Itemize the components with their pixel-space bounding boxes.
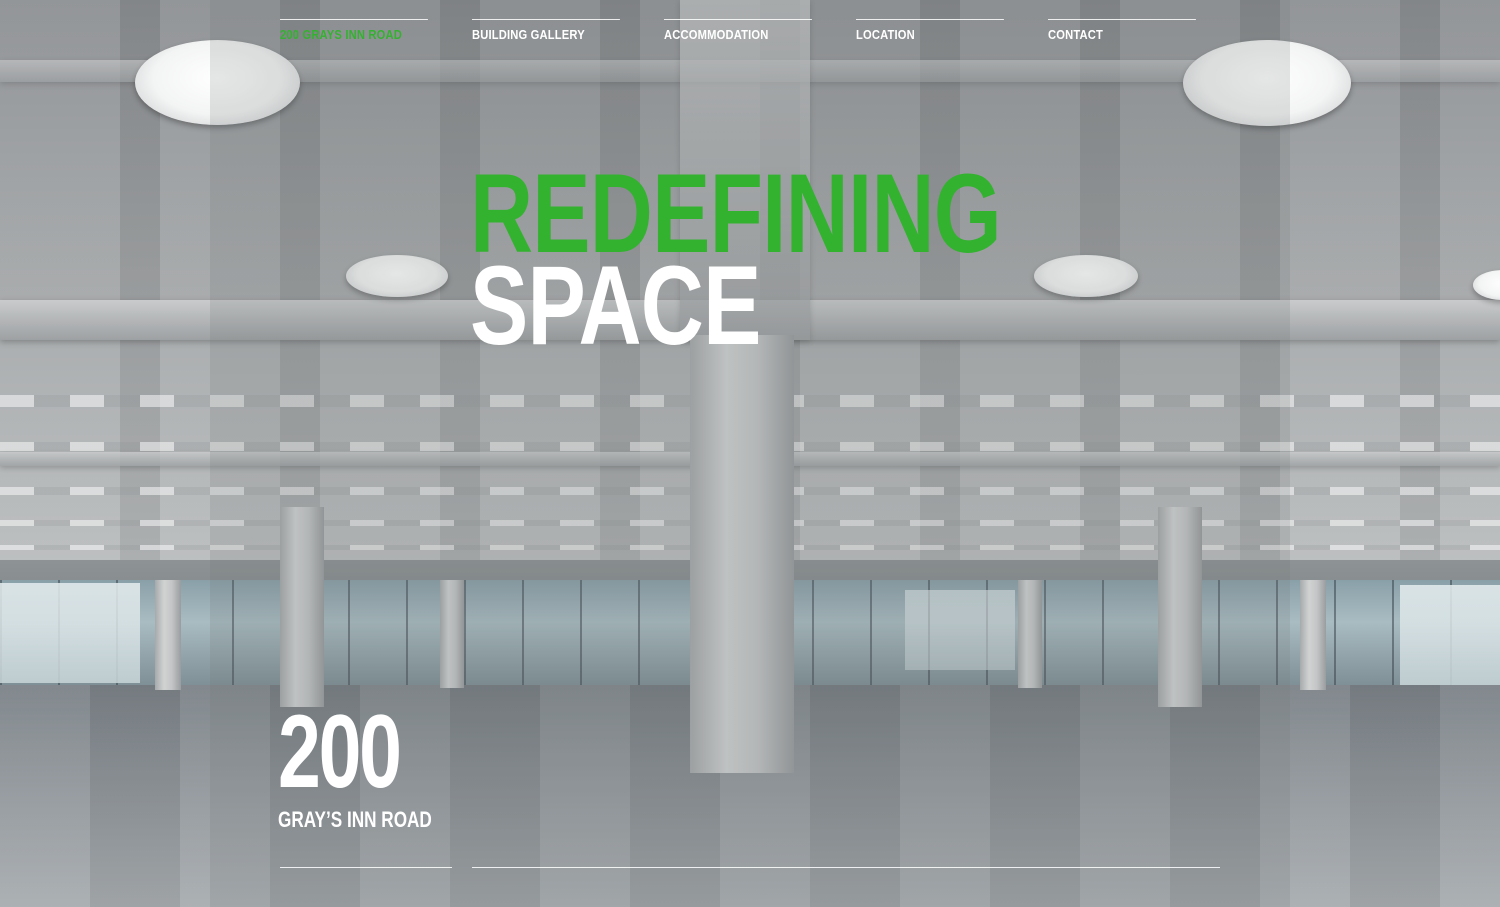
column — [155, 580, 181, 690]
column — [1300, 580, 1326, 690]
window — [1400, 585, 1500, 685]
footer-divider-left — [280, 867, 452, 868]
nav-item-home[interactable]: 200 GRAYS INN ROAD — [280, 19, 428, 42]
page: 200 GRAYS INN ROAD BUILDING GALLERY ACCO… — [0, 0, 1500, 907]
logo-subtitle: GRAY’S INN ROAD — [278, 807, 432, 832]
window — [0, 583, 140, 683]
main-navigation: 200 GRAYS INN ROAD BUILDING GALLERY ACCO… — [280, 0, 1220, 60]
footer-divider-right — [472, 867, 1220, 868]
nav-item-location[interactable]: LOCATION — [856, 19, 1004, 42]
nav-item-building-gallery[interactable]: BUILDING GALLERY — [472, 19, 620, 42]
hero-headline-line2: SPACE — [470, 243, 761, 368]
hero-headline: REDEFINING SPACE — [470, 158, 1151, 368]
building-logo: 200 GRAY’S INN ROAD — [278, 694, 475, 832]
logo-number: 200 — [278, 694, 402, 810]
nav-item-contact[interactable]: CONTACT — [1048, 19, 1196, 42]
nav-item-accommodation[interactable]: ACCOMMODATION — [664, 19, 812, 42]
